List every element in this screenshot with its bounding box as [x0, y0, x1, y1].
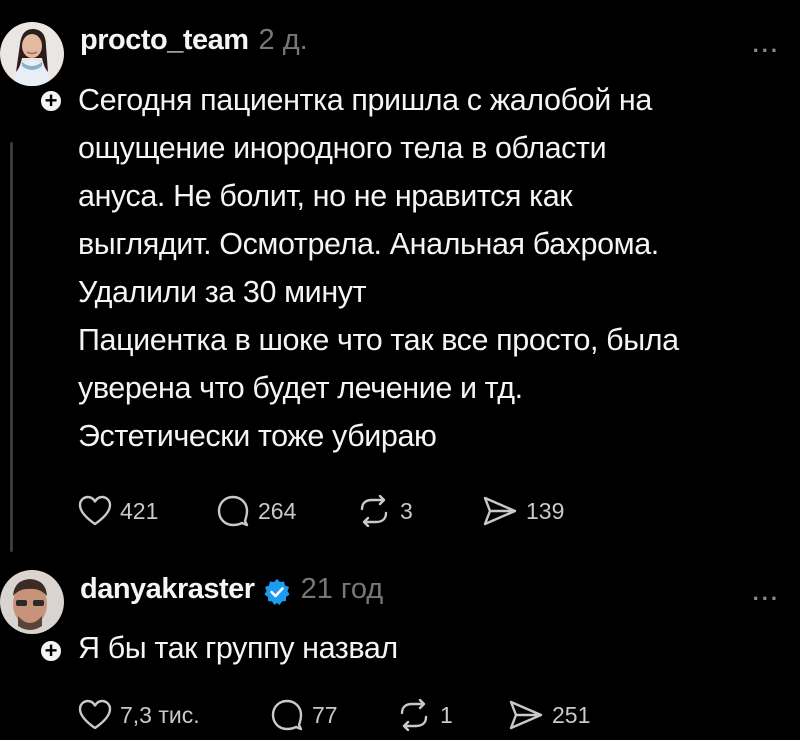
share-count: 251	[552, 701, 591, 728]
like-count: 421	[120, 497, 159, 524]
post-line: выглядит. Осмотрела. Анальная бахрома.	[78, 227, 659, 261]
repost-count: 1	[440, 701, 453, 728]
avatar-procto-team[interactable]: +	[0, 22, 64, 114]
post-body: Сегодня пациентка пришла с жалобой на ощ…	[78, 76, 794, 460]
comment-count: 264	[258, 497, 297, 524]
heart-icon	[78, 699, 112, 730]
comment-button[interactable]: 77	[270, 699, 338, 731]
more-options-icon[interactable]: ...	[753, 580, 780, 606]
comment-icon	[217, 495, 249, 527]
avatar-danyakraster[interactable]: +	[0, 570, 64, 664]
share-button[interactable]: 251	[508, 699, 590, 731]
repost-button[interactable]: 1	[396, 699, 453, 731]
post-line: Удалили за 30 минут	[78, 275, 367, 309]
post-line: Пациентка в шоке что так все просто, был…	[78, 323, 679, 357]
share-count: 139	[526, 497, 565, 524]
post-header: procto_team 2 д.	[80, 24, 308, 57]
repost-icon	[400, 699, 428, 731]
repost-count: 3	[400, 497, 413, 524]
username[interactable]: danyakraster	[80, 573, 255, 606]
post-line: ануса. Не болит, но не нравится как	[78, 179, 573, 213]
heart-icon	[78, 495, 112, 526]
post-time: 2 д.	[258, 24, 308, 56]
verified-badge-icon	[264, 578, 290, 605]
like-count: 7,3 тис.	[120, 701, 200, 728]
reply-time: 21 год	[300, 573, 384, 605]
more-options-icon[interactable]: ...	[753, 32, 780, 58]
post-line: ощущение инородного тела в области	[78, 131, 607, 165]
like-button[interactable]: 421	[78, 495, 158, 527]
reply-text: Я бы так группу назвал	[78, 631, 398, 665]
follow-plus-button[interactable]: +	[38, 88, 64, 114]
avatar-image	[0, 22, 64, 86]
share-button[interactable]: 139	[482, 495, 564, 527]
comment-icon	[271, 699, 303, 731]
reply-header: danyakraster 21 год	[80, 573, 383, 606]
share-icon	[483, 496, 517, 526]
post-line: Эстетически тоже убираю	[78, 419, 437, 453]
repost-icon	[360, 495, 388, 527]
avatar-image	[0, 570, 64, 634]
follow-plus-button[interactable]: +	[38, 638, 64, 664]
like-button[interactable]: 7,3 тис.	[78, 699, 200, 731]
share-icon	[509, 700, 543, 730]
comment-count: 77	[312, 701, 338, 728]
post-line: Сегодня пациентка пришла с жалобой на	[78, 83, 652, 117]
username[interactable]: procto_team	[80, 24, 249, 57]
repost-button[interactable]: 3	[356, 495, 413, 527]
reply-body: Я бы так группу назвал	[78, 624, 794, 672]
thread-line	[10, 142, 13, 552]
comment-button[interactable]: 264	[216, 495, 296, 527]
post-line: уверена что будет лечение и тд.	[78, 371, 523, 405]
